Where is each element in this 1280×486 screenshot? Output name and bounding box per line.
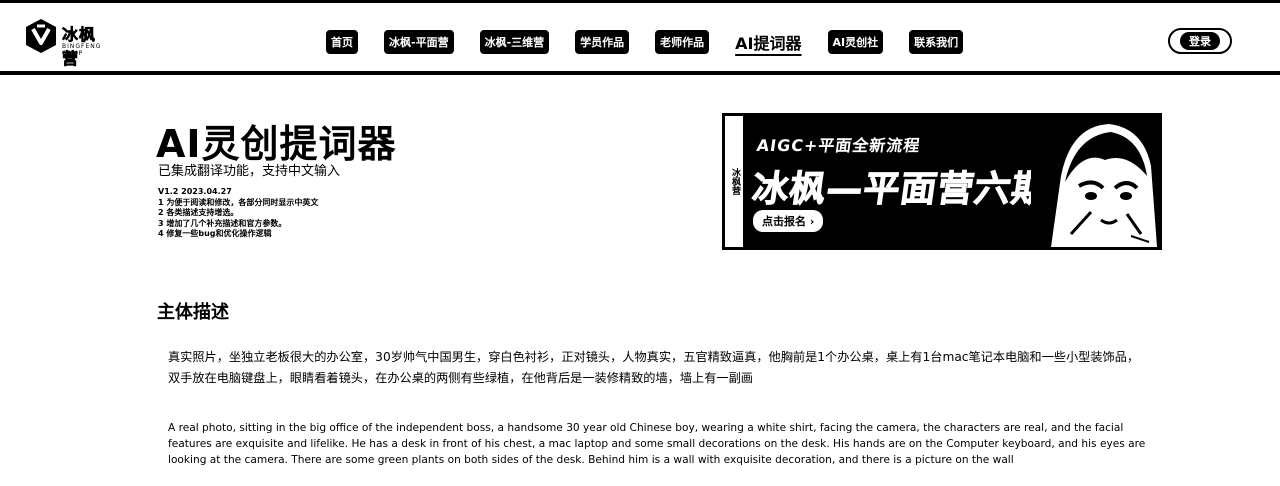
page-subtitle: 已集成翻译功能，支持中文输入: [158, 164, 341, 179]
login-label: 登录: [1180, 32, 1220, 50]
banner-body: AIGC+平面全新流程 冰枫—平面营六期 点击报名 ›: [745, 116, 1159, 247]
logo-mark-icon: [26, 19, 56, 53]
nav-item-ai-community[interactable]: AI灵创社: [827, 30, 884, 54]
version-line: 2 各类描述支持增选。: [158, 208, 239, 217]
version-line: 1 为便于阅读和修改，各部分同时显示中英文: [158, 197, 319, 207]
version-line: 4 修复一些bug和优化操作逻辑: [158, 229, 272, 238]
nav-item-contact[interactable]: 联系我们: [909, 30, 964, 54]
nav-item-graphic-camp[interactable]: 冰枫-平面营: [384, 30, 454, 54]
anime-character-illustration-icon: [1031, 116, 1159, 247]
banner-signup-button[interactable]: 点击报名 ›: [753, 210, 824, 232]
main-nav: 首页 冰枫-平面营 冰枫-三维营 学员作品 老师作品 AI提词器 AI灵创社 联…: [326, 27, 989, 57]
nav-item-3d-camp[interactable]: 冰枫-三维营: [479, 30, 550, 54]
subject-description-english: A real photo, sitting in the big office …: [168, 422, 1146, 466]
site-logo[interactable]: 冰枫营 BINGFENG CAMP: [22, 17, 102, 68]
nav-item-ai-prompter[interactable]: AI提词器: [735, 30, 802, 54]
banner-title: 冰枫—平面营六期: [749, 169, 1052, 211]
version-notes: V1.2 2023.04.27 1 为便于阅读和修改，各部分同时显示中英文 2 …: [158, 187, 318, 240]
promo-banner[interactable]: 冰枫营 AIGC+平面全新流程 冰枫—平面营六期 点击报名 ›: [722, 113, 1162, 250]
nav-item-student-works[interactable]: 学员作品: [575, 30, 630, 54]
section-heading-subject: 主体描述: [157, 302, 229, 323]
login-button[interactable]: 登录: [1168, 28, 1232, 54]
nav-item-teacher-works[interactable]: 老师作品: [655, 30, 710, 54]
banner-side-label: 冰枫营: [725, 116, 745, 247]
version-line: 3 增加了几个补充描述和官方参数。: [158, 218, 287, 228]
version-line: V1.2 2023.04.27: [158, 187, 232, 196]
subject-description-chinese: 真实照片，坐独立老板很大的办公室，30岁帅气中国男生，穿白色衬衫，正对镜头，人物…: [168, 350, 1140, 385]
logo-subtext: BINGFENG CAMP: [62, 43, 102, 57]
nav-item-home[interactable]: 首页: [326, 30, 358, 54]
banner-headline: AIGC+平面全新流程: [755, 136, 922, 155]
site-header: 冰枫营 BINGFENG CAMP 首页 冰枫-平面营 冰枫-三维营 学员作品 …: [0, 3, 1280, 75]
